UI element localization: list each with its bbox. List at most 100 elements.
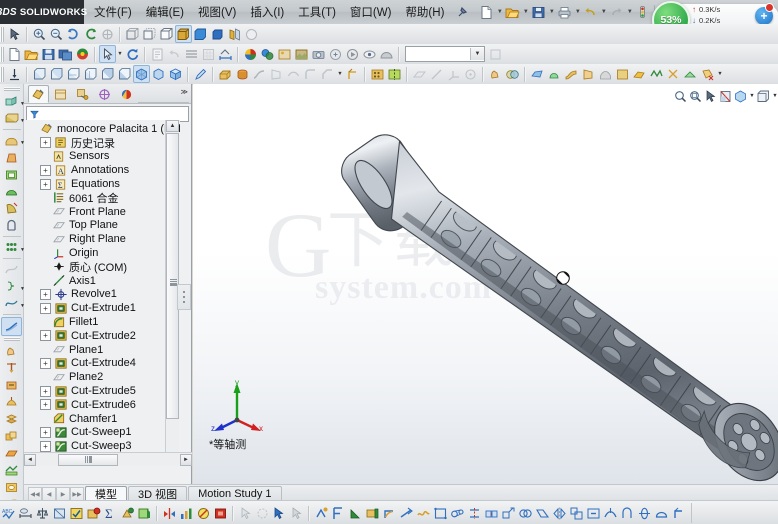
surface-fill-icon[interactable]	[614, 65, 631, 83]
tab-3d-views[interactable]: 3D 视图	[128, 486, 188, 501]
surface-trim-icon[interactable]	[665, 65, 682, 83]
reference-plane-icon[interactable]	[411, 65, 428, 83]
normal-to-icon[interactable]	[6, 65, 23, 83]
surface-loft-icon[interactable]	[580, 65, 597, 83]
fillet-bead-icon[interactable]	[381, 504, 398, 523]
render-tools-icon[interactable]	[293, 45, 310, 63]
select-partial-icon[interactable]	[288, 504, 305, 523]
spline-tool-icon[interactable]: ▼	[2, 295, 25, 312]
zoom-to-area-icon[interactable]	[688, 89, 703, 104]
section-view-icon[interactable]	[718, 89, 733, 104]
tree-expand-toggle[interactable]: +	[40, 357, 51, 369]
fillet-tool-icon[interactable]	[302, 65, 319, 83]
feature-manager-pin-icon[interactable]: ≫	[181, 88, 188, 96]
zoom-to-fit-icon[interactable]	[673, 89, 688, 104]
dome-tool-icon[interactable]	[2, 183, 21, 200]
scroll-thumb[interactable]	[166, 133, 179, 419]
tab-property-manager[interactable]	[50, 85, 71, 103]
open-document-icon[interactable]	[504, 3, 521, 21]
compare-documents-icon[interactable]	[161, 504, 178, 523]
mass-properties-icon[interactable]	[34, 504, 51, 523]
panel-splitter-handle[interactable]	[177, 284, 191, 310]
coordinate-system-icon[interactable]	[445, 65, 462, 83]
sketch-block-icon[interactable]	[432, 504, 449, 523]
menu-tools[interactable]: 工具(T)	[291, 1, 343, 23]
tree-expand-toggle[interactable]: +	[40, 137, 51, 149]
swept-boss-icon[interactable]	[251, 65, 268, 83]
revolved-boss-icon[interactable]	[234, 65, 251, 83]
print-document-dropdown[interactable]: ▼	[573, 3, 582, 21]
list-view-icon[interactable]	[183, 45, 200, 63]
freeform-tool-icon[interactable]	[2, 394, 21, 411]
indent-tool-icon[interactable]	[2, 377, 21, 394]
weldment-base-icon[interactable]: ▼	[2, 110, 25, 127]
view-orientation-icon[interactable]	[733, 89, 748, 104]
save-document-dropdown[interactable]: ▼	[547, 3, 556, 21]
select-tool-icon[interactable]	[99, 45, 116, 63]
join-tool-icon[interactable]	[2, 462, 21, 479]
surface-extend-icon[interactable]	[682, 65, 699, 83]
deform-tool-icon[interactable]	[2, 360, 21, 377]
feature-tree-item[interactable]: Plane1	[24, 343, 180, 357]
feature-tree-item[interactable]: Sensors	[24, 150, 180, 164]
feature-tree-item[interactable]: + 历史记录	[24, 136, 180, 150]
dome-icon[interactable]	[653, 504, 670, 523]
scale-icon[interactable]	[568, 504, 585, 523]
feature-statistics-icon[interactable]	[178, 504, 195, 523]
lofted-boss-icon[interactable]	[268, 65, 285, 83]
bottom-view-icon[interactable]	[116, 65, 133, 83]
tab-nav-next[interactable]: ▶	[56, 487, 70, 501]
new-document-icon[interactable]	[478, 3, 495, 21]
undo-dropdown[interactable]: ▼	[599, 3, 608, 21]
redo-icon[interactable]	[608, 3, 625, 21]
open-part-icon[interactable]	[23, 45, 40, 63]
feature-tree-item[interactable]: Top Plane	[24, 219, 180, 233]
open-document-dropdown[interactable]: ▼	[521, 3, 530, 21]
save-all-icon[interactable]	[57, 45, 74, 63]
tab-model[interactable]: 模型	[85, 486, 127, 501]
draft-tool-icon[interactable]	[2, 149, 21, 166]
menu-insert[interactable]: 插入(I)	[243, 1, 291, 23]
move-face-tool-icon[interactable]	[2, 343, 21, 360]
camera-icon[interactable]	[310, 45, 327, 63]
perspective-icon[interactable]	[226, 25, 243, 43]
dimetric-view-icon[interactable]	[167, 65, 184, 83]
combine-tool-icon[interactable]	[2, 445, 21, 462]
tree-expand-toggle[interactable]: +	[40, 385, 51, 397]
select-tangency-icon[interactable]	[271, 504, 288, 523]
wireframe-icon[interactable]	[124, 25, 141, 43]
flex-tool-icon[interactable]	[2, 217, 21, 234]
new-document-dropdown[interactable]: ▼	[495, 3, 504, 21]
feature-tree-item[interactable]: Fillet1	[24, 315, 180, 329]
feature-tree-item[interactable]: + Cut-Extrude1	[24, 301, 180, 315]
tab-nav-last[interactable]: ▶▶	[70, 487, 84, 501]
menu-window[interactable]: 窗口(W)	[343, 1, 399, 23]
split-icon[interactable]	[466, 504, 483, 523]
shaded-with-edges-icon[interactable]	[175, 25, 192, 43]
move-face-icon[interactable]	[487, 65, 504, 83]
select-icon[interactable]	[237, 504, 254, 523]
tree-expand-toggle[interactable]: +	[40, 164, 51, 176]
feature-tree-item[interactable]: Chamfer1	[24, 412, 180, 426]
flex-icon[interactable]	[619, 504, 636, 523]
feature-tree-item[interactable]: + Cut-Extrude2	[24, 329, 180, 343]
trim-extend-icon[interactable]	[398, 504, 415, 523]
graphics-viewport[interactable]: ▼ ▼ ▼ ▼ ▼ G 下载 system.com	[193, 84, 778, 484]
measure-icon[interactable]	[17, 504, 34, 523]
equations-icon[interactable]: Σ	[102, 504, 119, 523]
check-icon[interactable]	[68, 504, 85, 523]
feature-tree-item[interactable]: Axis1	[24, 274, 180, 288]
final-render-icon[interactable]	[378, 45, 395, 63]
surface-offset-icon[interactable]	[631, 65, 648, 83]
pan-view-icon[interactable]	[99, 25, 116, 43]
zoom-out-icon[interactable]	[48, 25, 65, 43]
display-style-icon[interactable]	[756, 89, 771, 104]
pin-icon[interactable]	[454, 4, 470, 20]
feature-tree-item[interactable]: + Revolve1	[24, 288, 180, 302]
indent-icon[interactable]	[585, 504, 602, 523]
grid-view-icon[interactable]	[200, 45, 217, 63]
feature-tree-item[interactable]: + Cut-Extrude5	[24, 384, 180, 398]
end-cap-icon[interactable]	[364, 504, 381, 523]
instant3d-icon[interactable]	[1, 317, 22, 336]
configuration-combo[interactable]: ▼	[405, 46, 485, 62]
